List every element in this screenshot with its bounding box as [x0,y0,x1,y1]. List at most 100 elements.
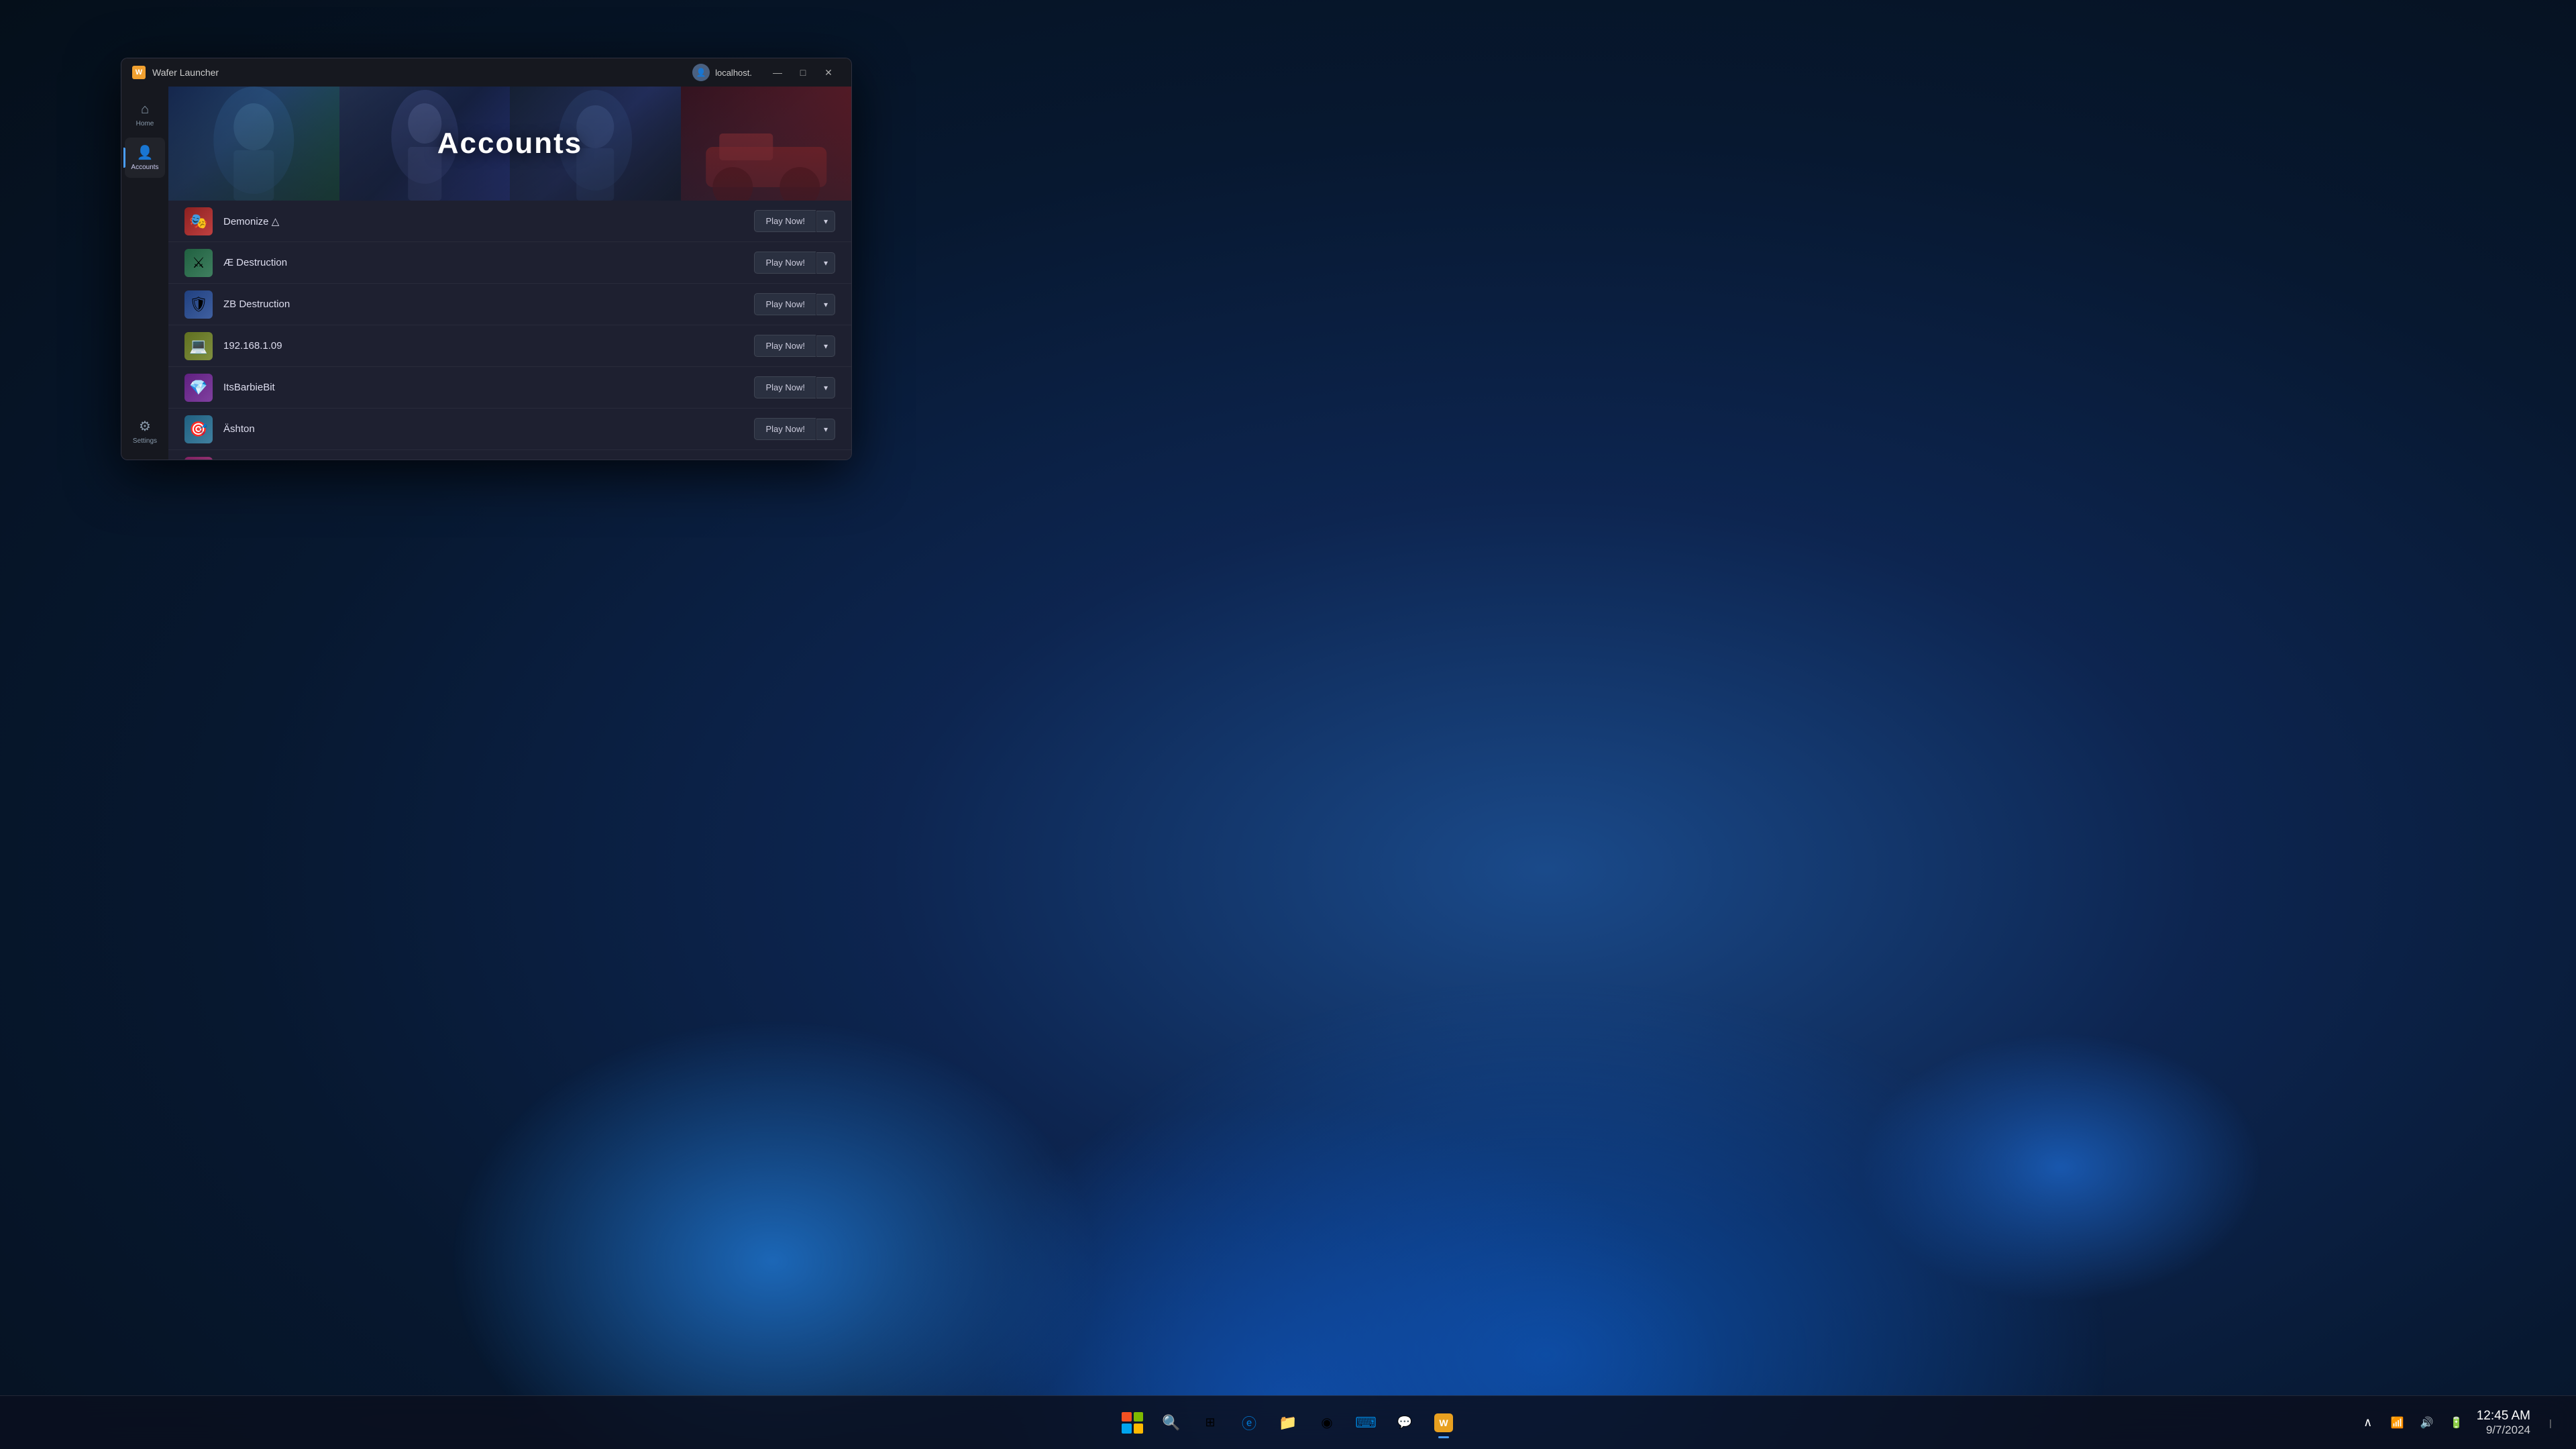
play-now-group-3: Play Now! ▾ [754,293,835,315]
play-now-button-3[interactable]: Play Now! [754,293,816,315]
accounts-list[interactable]: 🎭 Demonize △ Play Now! ▾ ⚔ Æ Destruction [168,201,851,460]
taskbar-wafer-button[interactable]: W [1426,1405,1461,1440]
account-avatar-7: 👼 [184,457,213,460]
table-row[interactable]: 🎯 Äshton Play Now! ▾ [168,409,851,450]
taskbar: 🔍 ⊞ ⓔ 📁 ◉ ⌨ 💬 W [0,1395,2576,1449]
play-now-dropdown-6[interactable]: ▾ [816,419,835,440]
taskbar-right: ∧ 📶 🔊 🔋 12:45 AM 9/7/2024 | [2356,1409,2563,1437]
hero-banner: Accounts [168,87,851,201]
close-button[interactable]: ✕ [816,63,841,82]
table-row[interactable]: ⚔ Æ Destruction Play Now! ▾ [168,242,851,284]
speaker-icon: 🔊 [2420,1416,2434,1430]
table-row[interactable]: 💻 192.168.1.09 Play Now! ▾ [168,325,851,367]
maximize-button[interactable]: □ [791,63,815,82]
system-tray: ∧ 📶 🔊 🔋 [2356,1411,2469,1435]
date-display: 9/7/2024 [2477,1424,2530,1437]
account-avatar-5: 💎 [184,374,213,402]
sidebar-item-settings[interactable]: ⚙ Settings [125,411,165,451]
app-logo-char: W [136,68,142,76]
table-row[interactable]: 🛡 ZB Destruction Play Now! ▾ [168,284,851,325]
app-title: Wafer Launcher [152,67,219,78]
account-avatar-6: 🎯 [184,415,213,443]
sidebar: ⌂ Home 👤 Accounts ⚙ Settings [121,87,168,460]
minimize-button[interactable]: — [765,63,790,82]
chevron-up-icon: ∧ [2363,1415,2372,1430]
account-avatar-1: 🎭 [184,207,213,235]
start-button[interactable] [1115,1405,1150,1440]
table-row[interactable]: 💎 ItsBarbieBit Play Now! ▾ [168,367,851,409]
account-avatar-2: ⚔ [184,249,213,277]
accounts-nav-label: Accounts [131,164,158,171]
clock-display[interactable]: 12:45 AM 9/7/2024 [2477,1409,2530,1437]
play-now-dropdown-2[interactable]: ▾ [816,252,835,274]
window-controls: — □ ✕ [765,63,841,82]
volume-icon[interactable]: 🔊 [2415,1411,2439,1435]
title-bar-left: W Wafer Launcher [132,66,219,79]
play-now-group-2: Play Now! ▾ [754,252,835,274]
settings-label: Settings [133,437,157,445]
start-icon [1122,1412,1143,1434]
play-now-group-1: Play Now! ▾ [754,210,835,232]
chrome-icon: ◉ [1321,1414,1332,1431]
explorer-icon: 📁 [1279,1414,1297,1432]
taskbar-taskview-button[interactable]: ⊞ [1193,1405,1228,1440]
app-body: ⌂ Home 👤 Accounts ⚙ Settings [121,87,851,460]
account-avatar-4: 💻 [184,332,213,360]
vscode-icon: ⌨ [1355,1414,1377,1432]
wallpaper-swirl-2 [0,644,2576,1449]
taskbar-vscode-button[interactable]: ⌨ [1348,1405,1383,1440]
username-label: localhost. [715,68,752,78]
discord-icon: 💬 [1397,1415,1412,1430]
search-icon: 🔍 [1162,1414,1180,1432]
play-now-group-4: Play Now! ▾ [754,335,835,357]
sidebar-item-home[interactable]: ⌂ Home [125,95,165,135]
title-bar: W Wafer Launcher 👤 localhost. — □ ✕ [121,58,851,87]
title-bar-right: 👤 localhost. — □ ✕ [692,63,841,82]
home-label: Home [136,120,154,127]
table-row[interactable]: 👼 ZB AngelOfDeath Play Now! ▾ [168,450,851,460]
account-name-3: ZB Destruction [223,299,754,310]
account-name-1: Demonize △ [223,215,754,227]
app-logo-icon: W [132,66,146,79]
play-now-dropdown-5[interactable]: ▾ [816,377,835,398]
play-now-dropdown-1[interactable]: ▾ [816,211,835,232]
taskview-icon: ⊞ [1205,1415,1215,1430]
taskbar-edge-button[interactable]: ⓔ [1232,1405,1267,1440]
network-icon[interactable]: 📶 [2385,1411,2410,1435]
home-icon: ⌂ [141,102,149,117]
play-now-button-5[interactable]: Play Now! [754,376,816,398]
sidebar-item-accounts[interactable]: 👤 Accounts [125,138,165,178]
taskbar-chrome-button[interactable]: ◉ [1309,1405,1344,1440]
taskbar-center: 🔍 ⊞ ⓔ 📁 ◉ ⌨ 💬 W [1115,1405,1461,1440]
main-content: Accounts 🎭 Demonize △ Play Now! ▾ [168,87,851,460]
battery-indicator-icon: 🔋 [2450,1416,2463,1430]
account-avatar-3: 🛡 [184,290,213,319]
play-now-button-6[interactable]: Play Now! [754,418,816,440]
play-now-button-4[interactable]: Play Now! [754,335,816,357]
account-name-2: Æ Destruction [223,257,754,268]
desktop-icon: | [2549,1417,2552,1428]
battery-icon[interactable]: 🔋 [2445,1411,2469,1435]
play-now-button-2[interactable]: Play Now! [754,252,816,274]
show-hidden-icons-button[interactable]: ∧ [2356,1411,2380,1435]
taskbar-explorer-button[interactable]: 📁 [1271,1405,1305,1440]
play-now-button-1[interactable]: Play Now! [754,210,816,232]
app-window: W Wafer Launcher 👤 localhost. — □ ✕ ⌂ Ho… [121,58,852,460]
settings-icon: ⚙ [139,418,151,435]
account-name-4: 192.168.1.09 [223,340,754,352]
wifi-icon: 📶 [2391,1416,2404,1430]
time-display: 12:45 AM [2477,1409,2530,1424]
taskbar-discord-button[interactable]: 💬 [1387,1405,1422,1440]
user-info: 👤 localhost. [692,64,752,81]
accounts-icon: 👤 [137,144,154,161]
account-name-6: Äshton [223,423,754,435]
edge-icon: ⓔ [1242,1412,1256,1434]
play-now-dropdown-3[interactable]: ▾ [816,294,835,315]
table-row[interactable]: 🎭 Demonize △ Play Now! ▾ [168,201,851,242]
account-name-5: ItsBarbieBit [223,382,754,393]
user-avatar-icon: 👤 [692,64,710,81]
taskbar-search-button[interactable]: 🔍 [1154,1405,1189,1440]
page-title: Accounts [437,127,582,160]
play-now-dropdown-4[interactable]: ▾ [816,335,835,357]
show-desktop-button[interactable]: | [2538,1411,2563,1435]
